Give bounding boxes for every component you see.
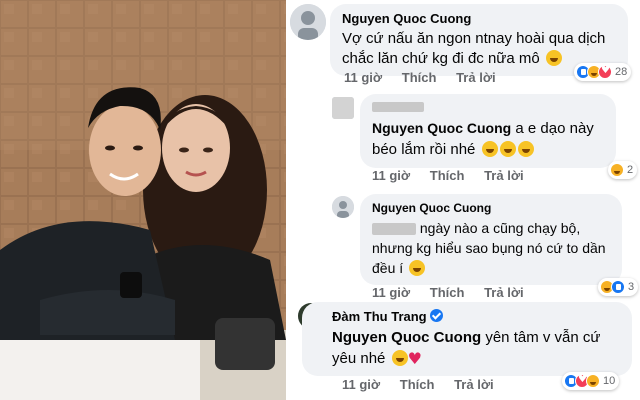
- grinning-emoji-icon: [481, 141, 498, 157]
- reaction-count: 28: [615, 66, 628, 78]
- haha-reaction-icon: [610, 163, 624, 177]
- mention-tag[interactable]: Nguyen Quoc Cuong: [372, 120, 511, 136]
- reply-button[interactable]: Trả lời: [484, 168, 524, 183]
- comment-time: 11 giờ: [344, 70, 383, 85]
- comment-text: Nguyen Quoc Cuong yên tâm v vẫn cứ yêu n…: [332, 329, 601, 368]
- comment-bubble: Nguyen Quoc Cuong a e dạo này béo lắm rồ…: [360, 94, 616, 168]
- comment-author[interactable]: Đàm Thu Trang: [332, 309, 620, 324]
- like-button[interactable]: Thích: [430, 285, 465, 300]
- reply-button[interactable]: Trả lời: [454, 377, 494, 392]
- comment-thread: Nguyen Quoc Cuong Vợ cứ nấu ăn ngon ntna…: [286, 0, 640, 400]
- like-button[interactable]: Thích: [430, 168, 465, 183]
- verified-badge-icon: [429, 309, 443, 322]
- comment-author[interactable]: Nguyen Quoc Cuong: [342, 11, 616, 26]
- like-reaction-icon: [611, 280, 625, 294]
- comment-text: Vợ cứ nấu ăn ngon ntnay hoài qua dịch ch…: [342, 30, 606, 67]
- love-reaction-icon: [598, 65, 612, 79]
- like-button[interactable]: Thích: [400, 377, 435, 392]
- reaction-count: 10: [603, 375, 616, 387]
- avatar[interactable]: [332, 97, 354, 119]
- reaction-count: 3: [628, 281, 635, 293]
- grinning-emoji-icon: [517, 141, 534, 157]
- comment-time: 11 giờ: [372, 168, 411, 183]
- reaction-summary[interactable]: 3: [598, 278, 639, 296]
- smiling-emoji-icon: [391, 350, 408, 366]
- comment-time: 11 giờ: [372, 285, 411, 300]
- reply-button[interactable]: Trả lời: [484, 285, 524, 300]
- reaction-summary[interactable]: 2: [608, 161, 638, 179]
- comment-text: Nguyen Quoc Cuong a e dạo này béo lắm rồ…: [372, 120, 594, 158]
- grinning-emoji-icon: [545, 50, 562, 66]
- reaction-summary[interactable]: 28: [574, 63, 632, 81]
- comment-bubble: Nguyen Quoc Cuong ngày nào a cũng chạy b…: [360, 194, 622, 285]
- comment-actions: 11 giờ Thích Trả lời: [344, 70, 512, 85]
- redacted-author: [372, 102, 424, 112]
- comment-actions: 11 giờ Thích Trả lời: [372, 285, 540, 300]
- mention-tag[interactable]: Nguyen Quoc Cuong: [332, 329, 481, 346]
- grinning-emoji-icon: [499, 141, 516, 157]
- avatar[interactable]: [332, 196, 354, 218]
- comment-time: 11 giờ: [342, 377, 381, 392]
- reply-button[interactable]: Trả lời: [456, 70, 496, 85]
- avatar[interactable]: [290, 4, 326, 40]
- comment-actions: 11 giờ Thích Trả lời: [372, 168, 540, 183]
- redacted-mention: [372, 223, 416, 236]
- comment-text: ngày nào a cũng chạy bộ, nhưng kg hiểu s…: [372, 220, 606, 276]
- comment-bubble: Đàm Thu Trang Nguyen Quoc Cuong yên tâm …: [302, 302, 632, 376]
- red-heart-icon: ♥: [407, 349, 422, 368]
- winking-tongue-emoji-icon: [409, 260, 426, 276]
- like-button[interactable]: Thích: [402, 70, 437, 85]
- comment-author[interactable]: Nguyen Quoc Cuong: [372, 201, 610, 215]
- reaction-summary[interactable]: 10: [562, 372, 620, 390]
- haha-reaction-icon: [586, 374, 600, 388]
- reaction-count: 2: [627, 164, 634, 176]
- couple-photo: [0, 0, 286, 400]
- comment-actions: 11 giờ Thích Trả lời: [342, 377, 510, 392]
- screenshot: Nguyen Quoc Cuong Vợ cứ nấu ăn ngon ntna…: [0, 0, 640, 400]
